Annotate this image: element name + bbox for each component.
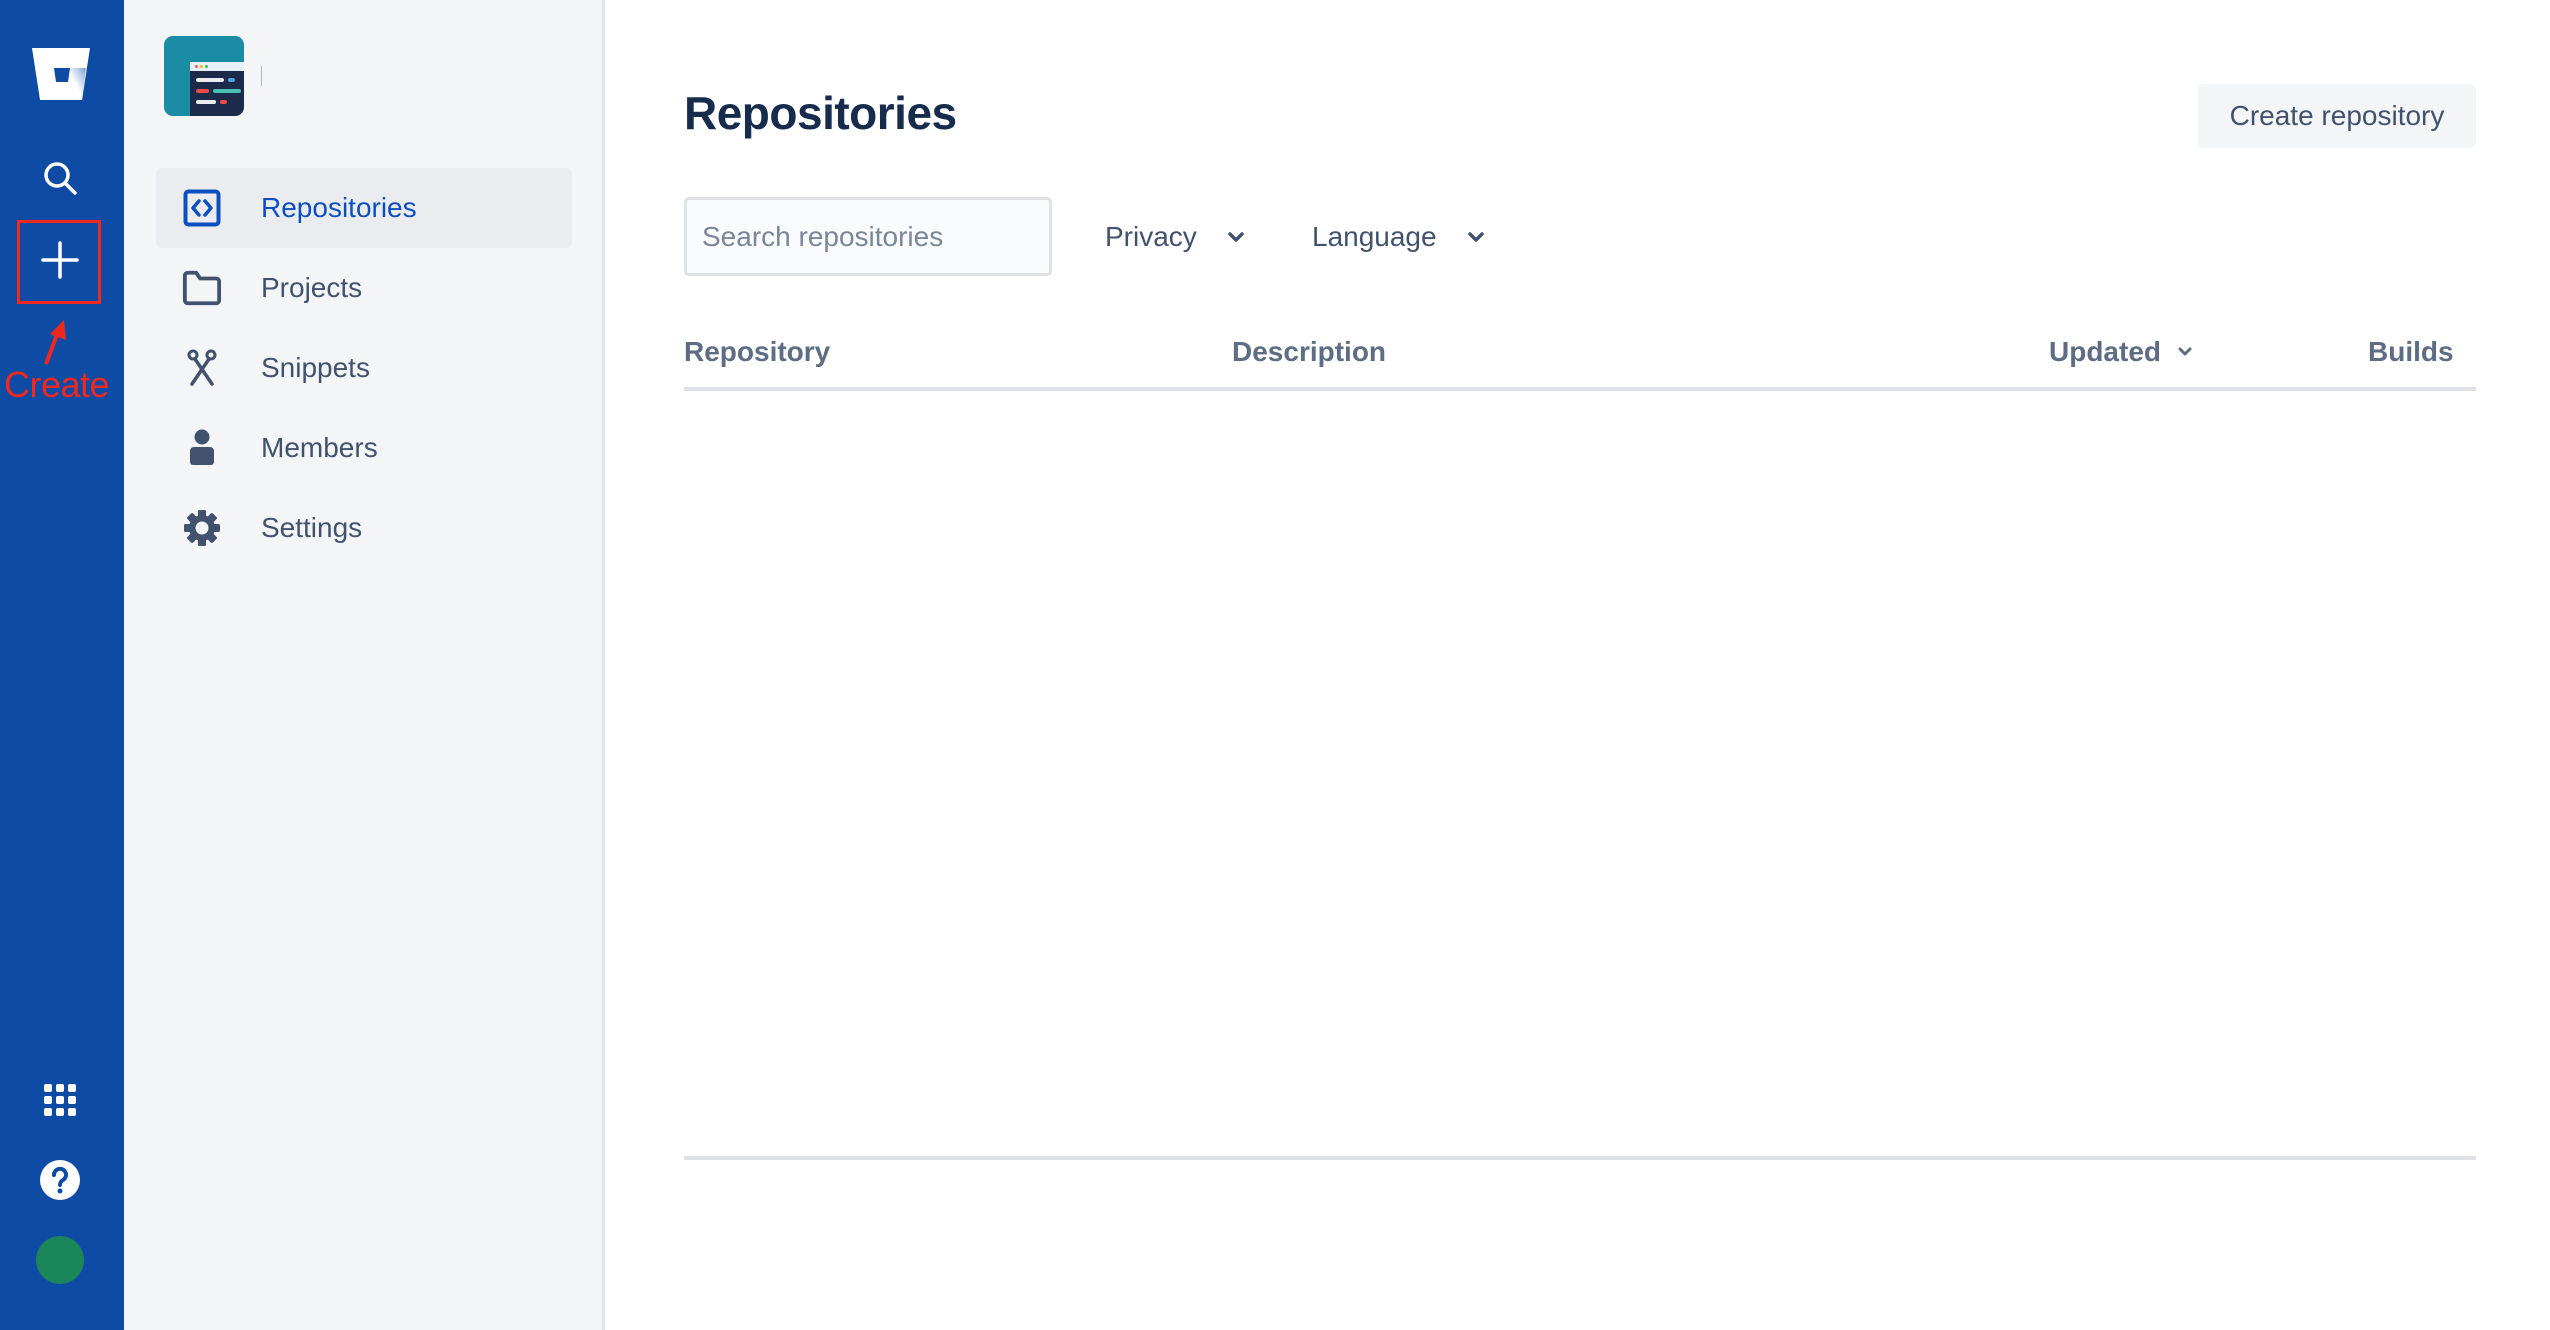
person-icon <box>182 428 222 468</box>
scissors-icon <box>182 348 222 388</box>
search-repositories-field <box>684 197 1065 276</box>
sort-chevron-down-icon <box>2178 347 2192 356</box>
global-nav <box>0 0 124 1330</box>
sidebar-item-label: Projects <box>261 272 363 303</box>
column-header-updated[interactable]: Updated <box>2049 336 2193 368</box>
create-repository-button[interactable]: Create repository <box>2198 84 2476 148</box>
workspace-avatar-panel <box>190 62 244 116</box>
folder-icon <box>182 268 222 308</box>
search-input[interactable] <box>700 219 1065 254</box>
sidebar-item-members[interactable]: Members <box>156 408 572 488</box>
language-filter-label: Language <box>1312 221 1437 252</box>
sidebar-item-settings[interactable]: Settings <box>156 488 572 568</box>
column-header-builds: Builds <box>2368 336 2454 367</box>
privacy-filter-dropdown[interactable]: Privacy <box>1105 212 1245 262</box>
gear-icon <box>182 508 222 548</box>
sidebar-item-label: Settings <box>261 512 363 543</box>
help-icon[interactable] <box>38 1158 82 1202</box>
sidebar-item-projects[interactable]: Projects <box>156 248 572 328</box>
language-filter-dropdown[interactable]: Language <box>1312 212 1485 262</box>
annotation-highlight-box <box>17 220 101 304</box>
chevron-down-icon <box>1228 232 1244 242</box>
sidebar-item-repositories[interactable]: Repositories <box>156 168 572 248</box>
privacy-filter-label: Privacy <box>1105 221 1197 252</box>
table-footer-divider <box>684 1156 2476 1160</box>
column-header-updated-label: Updated <box>2049 336 2161 367</box>
code-icon <box>182 188 222 228</box>
annotation-arrow-icon <box>44 320 66 365</box>
column-header-description: Description <box>1232 336 1387 367</box>
annotation-label: Create <box>4 364 110 405</box>
workspace-name-divider <box>261 66 262 86</box>
column-header-repository[interactable]: Repository <box>684 336 830 368</box>
sidebar: Repositories Projects Snippets Members S… <box>124 0 605 1330</box>
chevron-down-icon <box>1467 232 1484 242</box>
sidebar-item-label: Snippets <box>261 352 370 383</box>
search-icon[interactable] <box>38 156 82 200</box>
sidebar-item-snippets[interactable]: Snippets <box>156 328 572 408</box>
avatar[interactable] <box>36 1236 84 1284</box>
page-title: Repositories <box>684 87 957 139</box>
bitbucket-logo-icon[interactable] <box>30 46 92 102</box>
workspace-avatar[interactable] <box>164 36 244 116</box>
sidebar-item-label: Repositories <box>261 192 417 223</box>
app-switcher-icon[interactable] <box>40 1080 80 1120</box>
sidebar-item-label: Members <box>261 432 378 463</box>
table-header-divider <box>684 387 2476 391</box>
